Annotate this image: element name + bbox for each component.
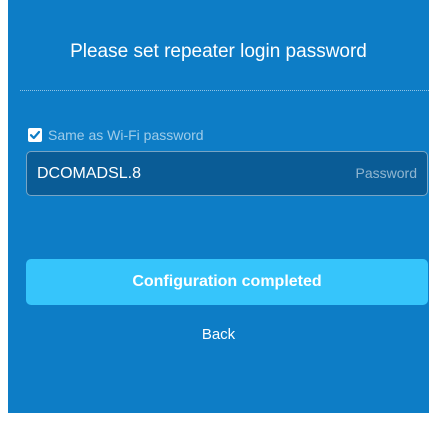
same-as-wifi-checkbox-row[interactable]: Same as Wi-Fi password [28, 126, 204, 144]
back-link[interactable]: Back [8, 325, 429, 345]
password-input[interactable] [27, 152, 427, 195]
page-title: Please set repeater login password [70, 41, 367, 62]
configuration-completed-button[interactable]: Configuration completed [26, 259, 428, 305]
password-field-container: Password [26, 151, 428, 196]
repeater-password-panel: Please set repeater login password Same … [8, 0, 429, 413]
checkmark-icon [29, 130, 41, 140]
divider [20, 90, 429, 91]
same-as-wifi-checkbox[interactable] [28, 128, 42, 142]
same-as-wifi-label: Same as Wi-Fi password [48, 127, 204, 143]
